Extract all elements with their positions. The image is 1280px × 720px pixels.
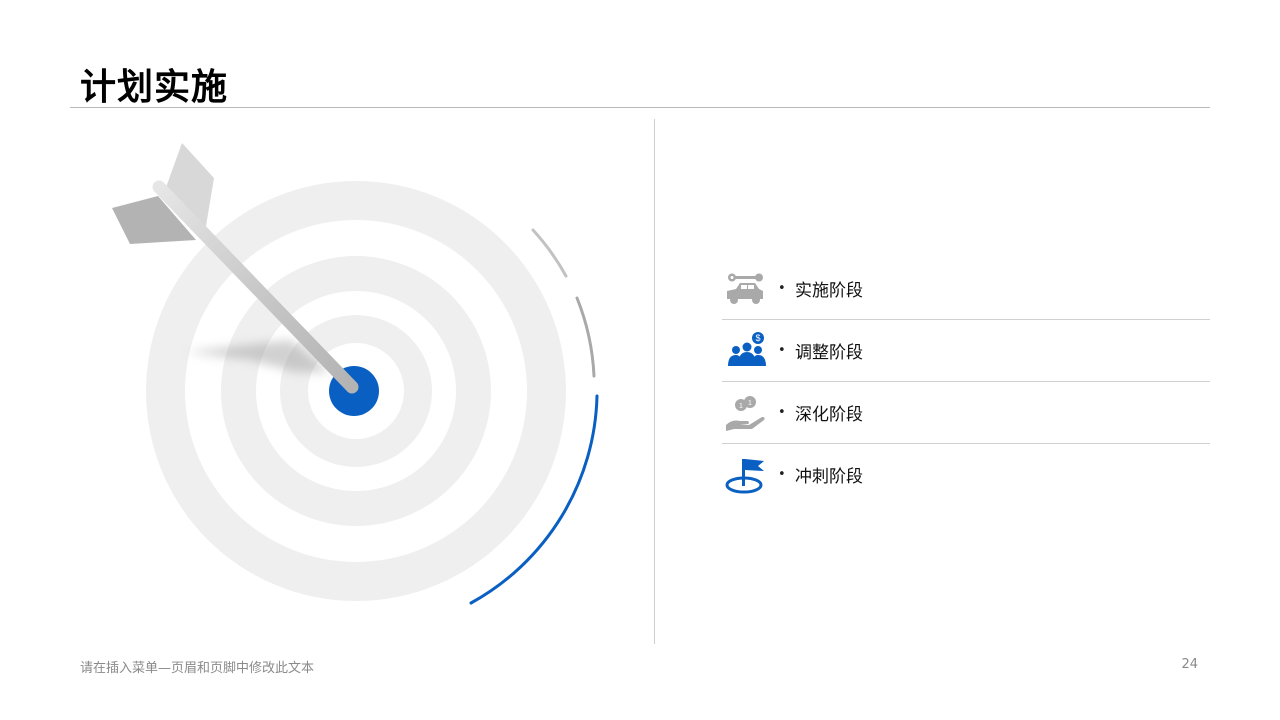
stage-label: 调整阶段 — [795, 343, 863, 363]
stage-label: 冲刺阶段 — [795, 467, 863, 487]
page-number: 24 — [1181, 657, 1198, 672]
flag-target-icon — [725, 458, 764, 493]
svg-text:1: 1 — [748, 400, 752, 407]
list-item: • 冲刺阶段 — [722, 444, 1210, 505]
coins-hand-icon: 1 1 — [726, 395, 765, 431]
svg-text:1: 1 — [739, 403, 743, 410]
stage-label: 深化阶段 — [795, 405, 863, 425]
stage-label: 实施阶段 — [795, 281, 863, 301]
svg-text:$: $ — [755, 333, 760, 343]
car-repair-icon — [727, 273, 763, 304]
list-item: $ • 调整阶段 — [722, 320, 1210, 382]
list-item: 1 1 • 深化阶段 — [722, 382, 1210, 444]
footer-text: 请在插入菜单—页眉和页脚中修改此文本 — [80, 661, 315, 676]
bullet: • — [778, 281, 786, 296]
stage-list: • 实施阶段 $ • 调整阶段 1 1 • 深化阶段 • 冲刺阶段 — [722, 258, 1210, 505]
bullet: • — [778, 343, 786, 358]
target-arrow-illustration — [112, 143, 599, 605]
team-money-icon: $ — [728, 331, 766, 366]
bullet: • — [778, 467, 786, 482]
list-item: • 实施阶段 — [722, 258, 1210, 320]
bullet: • — [778, 405, 786, 420]
